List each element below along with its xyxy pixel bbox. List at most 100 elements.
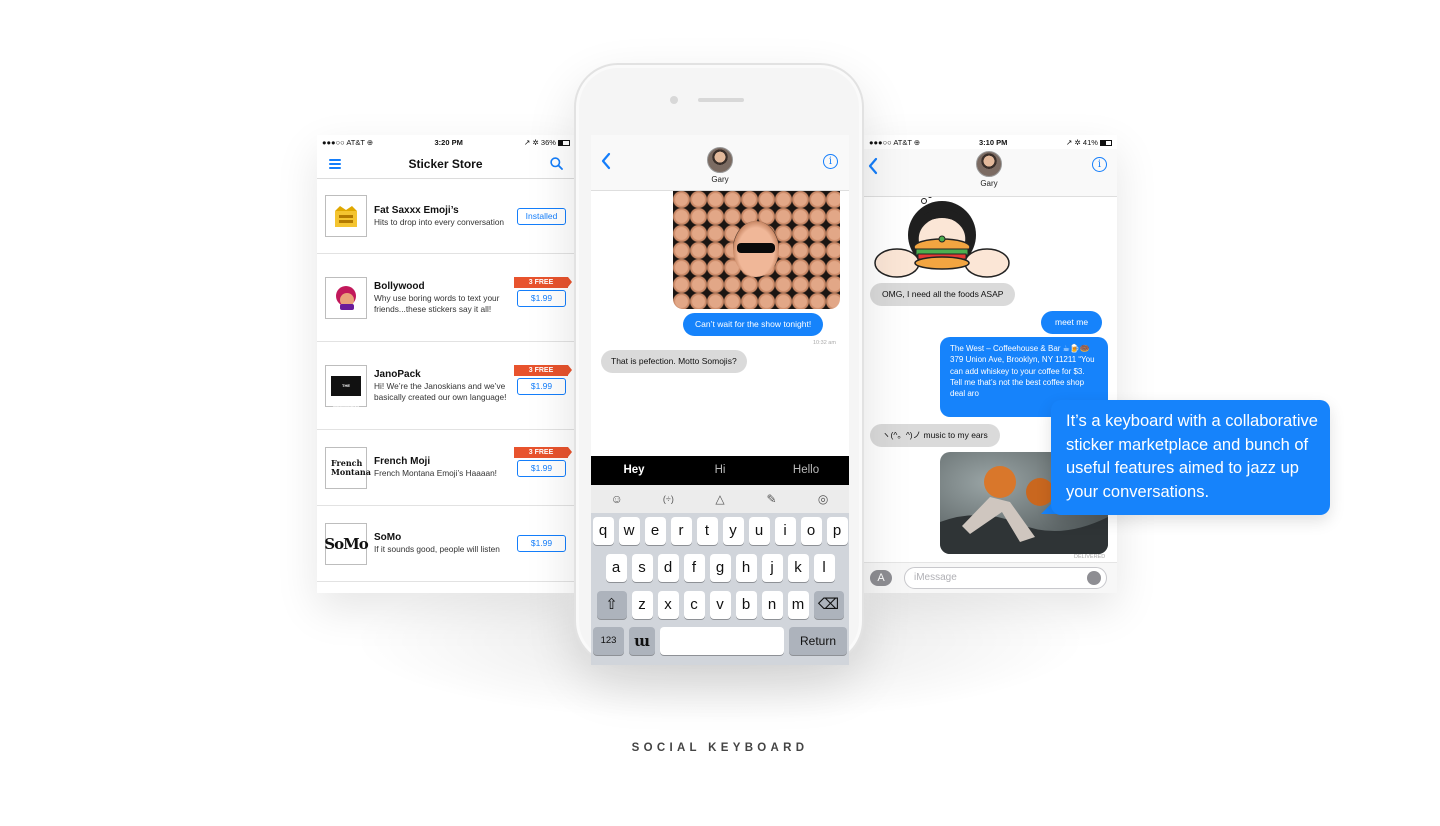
item-name: Fat Saxxx Emoji’s [374, 204, 459, 216]
food-sticker [874, 197, 1010, 278]
key-c[interactable]: c [683, 591, 705, 619]
contact-avatar[interactable] [707, 147, 733, 173]
info-icon[interactable]: i [1092, 157, 1107, 172]
key-s[interactable]: s [631, 554, 653, 582]
store-item[interactable]: Bollywood Why use boring words to text y… [317, 254, 575, 342]
store-item[interactable]: French Montana French Moji French Montan… [317, 430, 575, 506]
conversation-screen: ●●●○○ AT&T ⊕ 3:10 PM ↗ ✲ 41% Gary i OMG,… [864, 135, 1117, 593]
key-n[interactable]: n [761, 591, 783, 619]
location-icon[interactable]: ◎ [813, 492, 833, 506]
installed-button[interactable]: Installed [517, 208, 566, 225]
suggestion-item[interactable]: Hello [763, 456, 849, 485]
price-button[interactable]: $1.99 [517, 460, 566, 477]
key-j[interactable]: j [761, 554, 783, 582]
key-row-3: ⇧ z x c v b n m ⌫ [591, 591, 849, 619]
search-icon[interactable] [550, 157, 563, 170]
info-icon[interactable]: i [823, 154, 838, 169]
numbers-key[interactable]: 123 [593, 627, 624, 655]
item-description: French Montana Emoji’s Haaaan! [374, 468, 497, 478]
french-montana-logo: French Montana [331, 457, 371, 477]
app-logo-key-icon[interactable]: ɯ [629, 627, 655, 655]
key-y[interactable]: y [722, 517, 744, 545]
free-badge: 3 FREE [514, 447, 572, 458]
hamburger-icon[interactable] [329, 158, 341, 169]
back-chevron-icon[interactable] [866, 156, 880, 176]
key-m[interactable]: m [787, 591, 809, 619]
item-name: JanoPack [374, 368, 421, 380]
store-item[interactable]: THE JANOSKIANS JanoPack Hi! We’re the Ja… [317, 342, 575, 430]
store-item[interactable]: Fat Saxxx Emoji’s Hits to drop into ever… [317, 179, 575, 254]
key-i[interactable]: i [774, 517, 796, 545]
center-phone: Gary i Can’t wait for the show tonight! … [574, 63, 864, 665]
key-x[interactable]: x [657, 591, 679, 619]
status-bar: ●●●○○ AT&T ⊕ 3:10 PM ↗ ✲ 41% [864, 135, 1117, 149]
contact-name: Gary [980, 179, 998, 188]
key-q[interactable]: q [592, 517, 614, 545]
battery-label: ↗ ✲ 36% [524, 138, 570, 147]
store-item[interactable]: SoMo SoMo If it sounds good, people will… [317, 506, 575, 582]
bollywood-sticker-icon [336, 285, 356, 310]
key-row-4: 123 ɯ Return [591, 627, 849, 655]
key-d[interactable]: d [657, 554, 679, 582]
key-r[interactable]: r [670, 517, 692, 545]
key-p[interactable]: p [826, 517, 848, 545]
key-h[interactable]: h [735, 554, 757, 582]
key-v[interactable]: v [709, 591, 731, 619]
draw-icon[interactable]: ✎ [762, 492, 782, 506]
key-l[interactable]: l [813, 554, 835, 582]
chat-header: Gary i [591, 135, 849, 191]
key-row-2: asdfghjkl [591, 554, 849, 582]
received-message: OMG, I need all the foods ASAP [870, 283, 1016, 306]
price-button[interactable]: $1.99 [517, 290, 566, 307]
key-e[interactable]: e [644, 517, 666, 545]
contact-name: Gary [711, 175, 729, 184]
app-store-icon[interactable]: A [870, 570, 892, 586]
key-b[interactable]: b [735, 591, 757, 619]
emoji-sticker-image[interactable] [673, 191, 840, 309]
crown-icon [335, 206, 357, 227]
microphone-icon[interactable] [1087, 571, 1101, 585]
free-badge: 3 FREE [514, 277, 572, 288]
key-a[interactable]: a [605, 554, 627, 582]
camera-dot [670, 96, 678, 104]
price-button[interactable]: $1.99 [517, 535, 566, 552]
key-t[interactable]: t [696, 517, 718, 545]
status-bar: ●●●○○ AT&T ⊕ 3:20 PM ↗ ✲ 36% [317, 135, 575, 149]
key-o[interactable]: o [800, 517, 822, 545]
footer-label: SOCIAL KEYBOARD [631, 742, 809, 754]
sunglasses [737, 243, 775, 253]
key-f[interactable]: f [683, 554, 705, 582]
sticker-icon[interactable]: ☺ [607, 492, 627, 506]
contact-avatar[interactable] [976, 151, 1002, 177]
key-w[interactable]: w [618, 517, 640, 545]
item-name: Bollywood [374, 280, 425, 292]
key-u[interactable]: u [748, 517, 770, 545]
key-k[interactable]: k [787, 554, 809, 582]
keyboard: ☺ (÷) △ ✎ ◎ q w e r t y u i o p a s d f g h j k l ⇧ z x c v b n m ⌫… [591, 485, 849, 665]
suggestion-item[interactable]: Hi [677, 456, 763, 485]
price-button[interactable]: $1.99 [517, 378, 566, 395]
gif-icon[interactable]: △ [710, 492, 730, 506]
suggestion-item[interactable]: Hey [591, 456, 677, 485]
space-key[interactable] [660, 627, 784, 655]
key-z[interactable]: z [631, 591, 653, 619]
back-chevron-icon[interactable] [599, 151, 613, 171]
pack-thumbnail: THE JANOSKIANS [325, 364, 367, 408]
pack-thumbnail [325, 195, 367, 237]
store-nav-bar: Sticker Store [317, 149, 575, 179]
feature-callout: It’s a keyboard with a collaborative sti… [1051, 400, 1330, 515]
chat-screen: Gary i Can’t wait for the show tonight! … [591, 135, 849, 665]
sent-message: meet me [1041, 311, 1103, 334]
received-message: ヽ(^。^)ノ music to my ears [870, 424, 1000, 447]
shift-key-icon[interactable]: ⇧ [596, 591, 627, 619]
pack-thumbnail: SoMo [324, 522, 369, 565]
imessage-input[interactable]: iMessage [904, 567, 1107, 589]
page-title: Sticker Store [408, 156, 483, 171]
delete-key-icon[interactable]: ⌫ [813, 591, 844, 619]
status-time: 3:20 PM [434, 137, 463, 147]
item-description: Why use boring words to text your friend… [374, 292, 500, 314]
kaomoji-icon[interactable]: (÷) [658, 494, 678, 504]
conversation-header: Gary i [864, 149, 1117, 197]
key-g[interactable]: g [709, 554, 731, 582]
return-key[interactable]: Return [789, 627, 847, 655]
